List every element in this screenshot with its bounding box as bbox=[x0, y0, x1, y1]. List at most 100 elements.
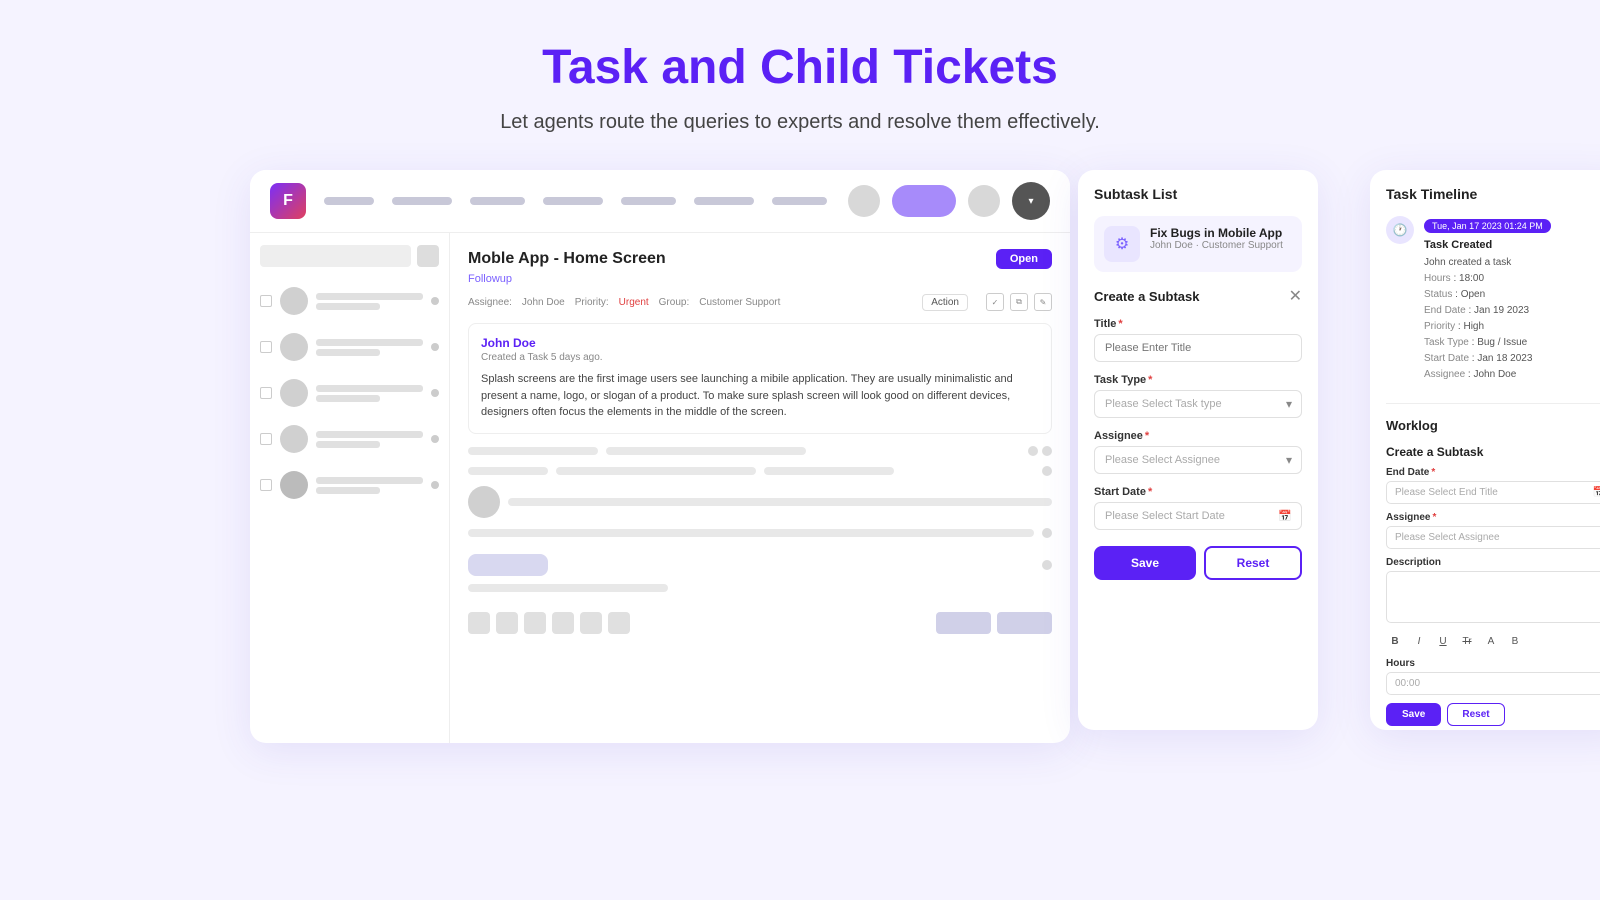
ticket-checkbox[interactable] bbox=[260, 479, 272, 491]
ticket-line bbox=[316, 385, 423, 392]
worklog-end-date-input[interactable]: Please Select End Title 📅 bbox=[1386, 481, 1600, 504]
ticket-tag: Followup bbox=[468, 273, 1052, 285]
ticket-lines bbox=[316, 339, 423, 356]
task-type-label: Task Type * bbox=[1094, 374, 1302, 386]
create-subtask-title: Create a Subtask ✕ bbox=[1094, 286, 1302, 306]
ticket-dot bbox=[431, 435, 439, 443]
ticket-line bbox=[316, 477, 423, 484]
list-item[interactable] bbox=[260, 421, 439, 457]
start-date-wrapper: Please Select Start Date bbox=[1094, 502, 1302, 530]
save-button[interactable]: Save bbox=[1094, 546, 1196, 580]
worklog-description-field: Description B I U Tr A B bbox=[1386, 557, 1600, 650]
timeline-event-title: Task Created bbox=[1424, 239, 1600, 251]
placeholder-row bbox=[468, 486, 1052, 518]
group-value: Customer Support bbox=[699, 297, 780, 308]
worklog-description-input[interactable] bbox=[1386, 571, 1600, 623]
avatar bbox=[280, 333, 308, 361]
subtask-item-sub: John Doe · Customer Support bbox=[1150, 240, 1283, 251]
priority-value: Urgent bbox=[619, 297, 649, 308]
task-type-select[interactable]: Please Select Task type bbox=[1094, 390, 1302, 418]
avatar bbox=[280, 471, 308, 499]
timeline-panel: Task Timeline 🕐 Tue, Jan 17 2023 01:24 P… bbox=[1370, 170, 1600, 730]
ticket-checkbox[interactable] bbox=[260, 433, 272, 445]
ticket-status-badge: Open bbox=[996, 249, 1052, 269]
ticket-line-short bbox=[316, 395, 380, 402]
task-type-select-wrapper: Please Select Task type bbox=[1094, 390, 1302, 418]
search-box[interactable] bbox=[260, 245, 411, 267]
ticket-checkbox[interactable] bbox=[260, 387, 272, 399]
ticket-detail: Moble App - Home Screen Open Followup As… bbox=[450, 233, 1070, 743]
page-title: Task and Child Tickets bbox=[542, 40, 1058, 95]
assignee-select-wrapper: Please Select Assignee bbox=[1094, 446, 1302, 474]
nav-avatar-1[interactable] bbox=[848, 185, 880, 217]
ticket-title: Moble App - Home Screen bbox=[468, 250, 666, 268]
nav-item-7[interactable] bbox=[772, 197, 827, 205]
assignee-value: John Doe bbox=[522, 297, 565, 308]
strikethrough-button[interactable]: Tr bbox=[1458, 632, 1476, 650]
color-button[interactable]: A bbox=[1482, 632, 1500, 650]
ticket-checkbox[interactable] bbox=[260, 295, 272, 307]
ticket-checkbox[interactable] bbox=[260, 341, 272, 353]
start-date-input[interactable]: Please Select Start Date bbox=[1094, 502, 1302, 530]
worklog-form-title: Create a Subtask ✕ bbox=[1386, 445, 1600, 459]
worklog-hours-label: Hours bbox=[1386, 658, 1600, 669]
check-icon[interactable]: ✓ bbox=[986, 293, 1004, 311]
list-item[interactable] bbox=[260, 375, 439, 411]
ticket-line-short bbox=[316, 487, 380, 494]
worklog-reset-button[interactable]: Reset bbox=[1447, 703, 1504, 726]
subtask-list-title: Subtask List bbox=[1094, 186, 1302, 202]
format-button[interactable]: B bbox=[1506, 632, 1524, 650]
edit-icon[interactable]: ✎ bbox=[1034, 293, 1052, 311]
ticket-lines bbox=[316, 385, 423, 402]
main-window: F ▾ bbox=[250, 170, 1070, 743]
nav-item-3[interactable] bbox=[470, 197, 525, 205]
bold-button[interactable]: B bbox=[1386, 632, 1404, 650]
nav-item-1[interactable] bbox=[324, 197, 374, 205]
worklog-hours-input[interactable]: 00:00 bbox=[1386, 672, 1600, 695]
subtask-item[interactable]: ⚙ Fix Bugs in Mobile App John Doe · Cust… bbox=[1094, 216, 1302, 272]
placeholder-row bbox=[468, 466, 1052, 476]
list-item[interactable] bbox=[260, 329, 439, 365]
title-field: Title * bbox=[1094, 318, 1302, 362]
worklog-assignee-label: Assignee * bbox=[1386, 512, 1600, 523]
search-icon[interactable] bbox=[417, 245, 439, 267]
assignee-select[interactable]: Please Select Assignee bbox=[1094, 446, 1302, 474]
nav-items bbox=[324, 197, 830, 205]
worklog-description-label: Description bbox=[1386, 557, 1600, 568]
reset-button[interactable]: Reset bbox=[1204, 546, 1302, 580]
navbar: F ▾ bbox=[250, 170, 1070, 233]
ticket-line-short bbox=[316, 349, 380, 356]
ticket-meta: Assignee: John Doe Priority: Urgent Grou… bbox=[468, 293, 1052, 311]
copy-icon[interactable]: ⧉ bbox=[1010, 293, 1028, 311]
ticket-dot bbox=[431, 481, 439, 489]
nav-item-2[interactable] bbox=[392, 197, 452, 205]
title-input[interactable] bbox=[1094, 334, 1302, 362]
nav-user-avatar[interactable]: ▾ bbox=[1012, 182, 1050, 220]
worklog-assignee-select[interactable]: Please Select Assignee ▾ bbox=[1386, 526, 1600, 549]
italic-button[interactable]: I bbox=[1410, 632, 1428, 650]
nav-item-6[interactable] bbox=[694, 197, 754, 205]
timeline-date-badge: Tue, Jan 17 2023 01:24 PM bbox=[1424, 219, 1551, 233]
ticket-lines bbox=[316, 431, 423, 448]
assignee-field: Assignee * Please Select Assignee bbox=[1094, 430, 1302, 474]
list-item[interactable] bbox=[260, 467, 439, 503]
avatar bbox=[280, 425, 308, 453]
nav-highlight[interactable] bbox=[892, 185, 956, 217]
ui-container: F ▾ bbox=[250, 170, 1350, 743]
subtask-item-info: Fix Bugs in Mobile App John Doe · Custom… bbox=[1150, 226, 1283, 251]
nav-avatar-2[interactable] bbox=[968, 185, 1000, 217]
nav-item-5[interactable] bbox=[621, 197, 676, 205]
comment-block: John Doe Created a Task 5 days ago. Spla… bbox=[468, 323, 1052, 434]
task-type-field: Task Type * Please Select Task type bbox=[1094, 374, 1302, 418]
group-label: Group: bbox=[659, 297, 690, 308]
worklog-title: Worklog bbox=[1386, 418, 1600, 433]
worklog-assignee-field: Assignee * Please Select Assignee ▾ bbox=[1386, 512, 1600, 549]
nav-item-4[interactable] bbox=[543, 197, 603, 205]
ticket-line-short bbox=[316, 303, 380, 310]
list-item[interactable] bbox=[260, 283, 439, 319]
page-subtitle: Let agents route the queries to experts … bbox=[500, 111, 1100, 134]
close-subtask-button[interactable]: ✕ bbox=[1289, 286, 1302, 306]
action-button[interactable]: Action bbox=[922, 294, 968, 311]
worklog-save-button[interactable]: Save bbox=[1386, 703, 1441, 726]
underline-button[interactable]: U bbox=[1434, 632, 1452, 650]
